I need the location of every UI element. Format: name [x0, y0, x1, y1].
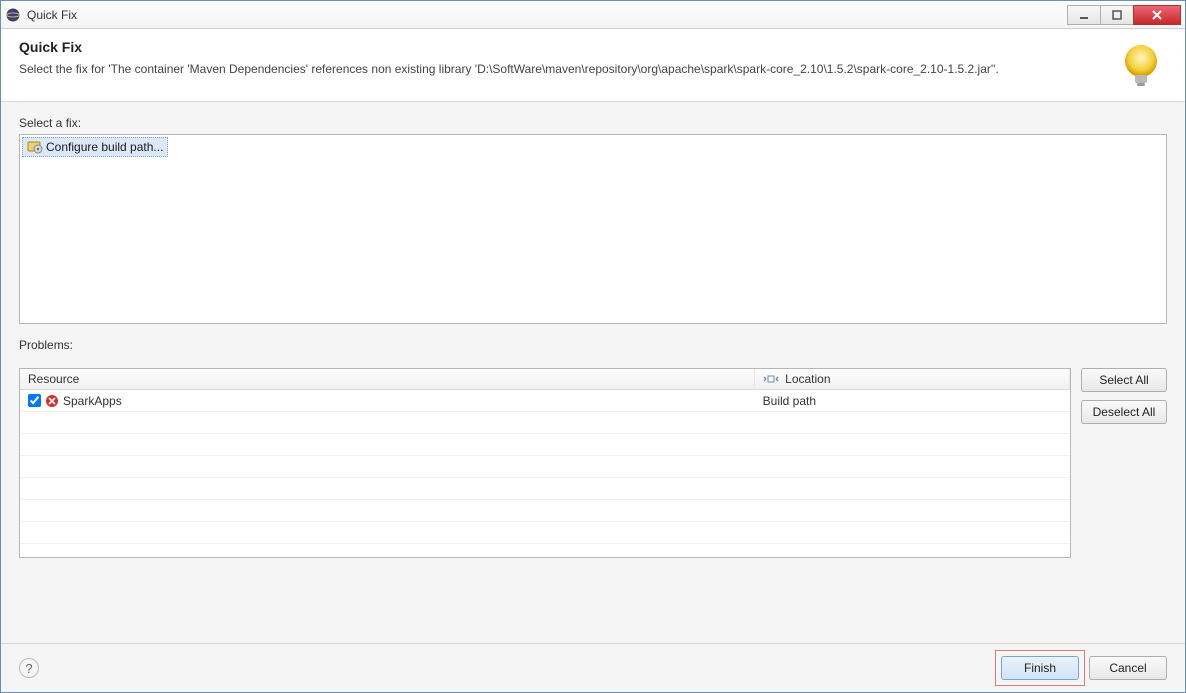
maximize-button[interactable]: [1100, 5, 1134, 25]
table-row: [20, 500, 1070, 522]
problems-table[interactable]: Resource Location SparkA: [19, 368, 1071, 558]
lightbulb-icon: [1115, 39, 1167, 91]
table-row[interactable]: SparkApps Build path: [20, 390, 1070, 412]
quick-fix-dialog: Quick Fix Quick Fix Select the fix for '…: [0, 0, 1186, 693]
deselect-all-button[interactable]: Deselect All: [1081, 400, 1167, 424]
window-controls: [1068, 5, 1181, 25]
row-checkbox[interactable]: [28, 394, 41, 407]
dialog-title: Quick Fix: [19, 39, 1103, 55]
finish-button[interactable]: Finish: [1001, 656, 1079, 680]
project-settings-icon: [27, 139, 43, 155]
resource-cell: SparkApps: [63, 394, 122, 408]
window-title: Quick Fix: [27, 8, 77, 22]
selection-buttons: Select All Deselect All: [1081, 368, 1167, 558]
help-icon[interactable]: ?: [19, 658, 39, 678]
error-icon: [45, 394, 59, 408]
dialog-footer: ? Finish Cancel: [1, 643, 1185, 692]
table-row: [20, 412, 1070, 434]
close-button[interactable]: [1133, 5, 1181, 25]
table-row: [20, 434, 1070, 456]
column-header-location[interactable]: Location: [755, 369, 1070, 390]
column-header-resource[interactable]: Resource: [20, 369, 755, 390]
titlebar: Quick Fix: [1, 1, 1185, 29]
select-all-button[interactable]: Select All: [1081, 368, 1167, 392]
fix-item-configure-build-path[interactable]: Configure build path...: [22, 137, 168, 157]
dialog-description: Select the fix for 'The container 'Maven…: [19, 61, 1103, 78]
dialog-header: Quick Fix Select the fix for 'The contai…: [1, 29, 1185, 102]
cancel-button[interactable]: Cancel: [1089, 656, 1167, 680]
dialog-body: Select a fix: Configure build path... Pr…: [1, 102, 1185, 643]
fix-list[interactable]: Configure build path...: [19, 134, 1167, 324]
location-cell: Build path: [763, 394, 816, 408]
fix-item-label: Configure build path...: [46, 140, 163, 154]
table-row: [20, 522, 1070, 544]
select-fix-label: Select a fix:: [19, 116, 1167, 130]
minimize-button[interactable]: [1067, 5, 1101, 25]
location-icon: [763, 373, 779, 385]
table-row: [20, 478, 1070, 500]
app-eclipse-icon: [5, 7, 21, 23]
table-row: [20, 456, 1070, 478]
problems-label: Problems:: [19, 338, 1167, 352]
